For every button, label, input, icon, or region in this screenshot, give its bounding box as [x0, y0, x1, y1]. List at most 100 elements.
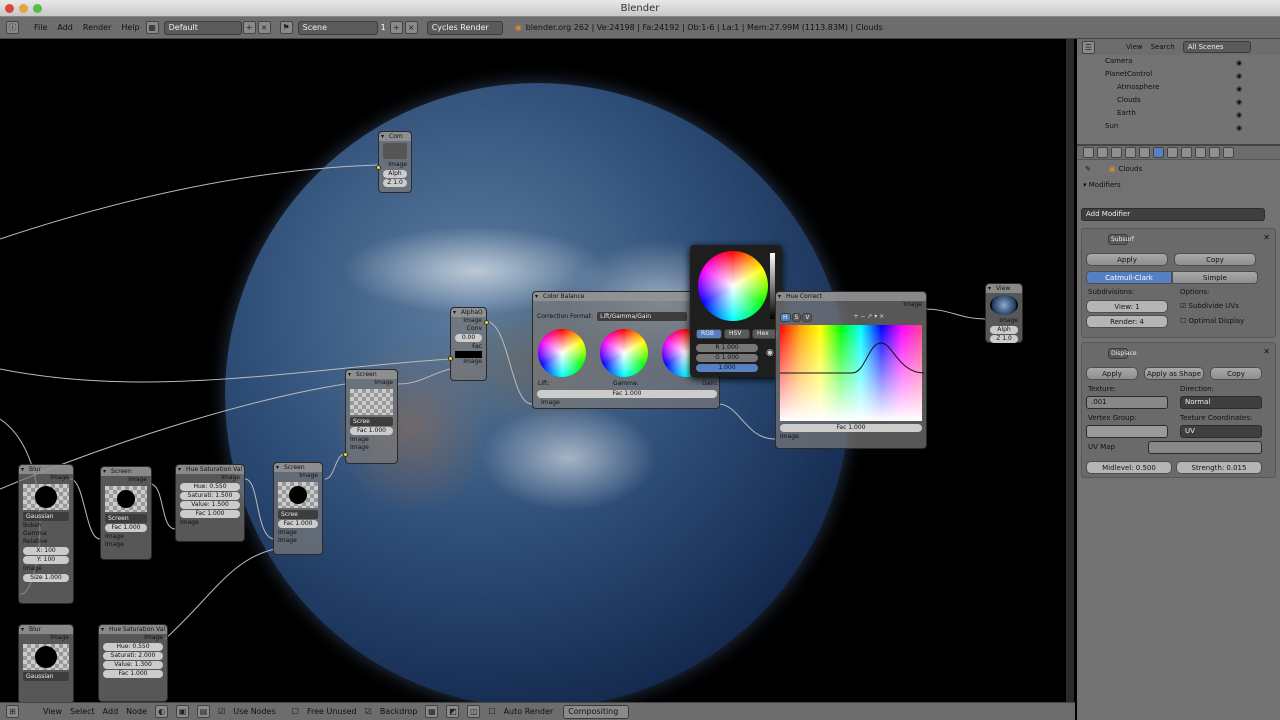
picker-b-field[interactable]: 1.000: [696, 364, 758, 372]
channel-v-tab[interactable]: V: [802, 313, 813, 322]
hue-curve-line[interactable]: [780, 325, 924, 421]
alphaover-socket[interactable]: [448, 356, 453, 361]
screen-node-3-mode[interactable]: Scree: [278, 510, 318, 519]
displace-name-field[interactable]: Displace: [1108, 348, 1137, 359]
subsurf-copy-button[interactable]: Copy: [1174, 253, 1256, 266]
picker-r-field[interactable]: R 1.000: [696, 344, 758, 352]
picker-tab-hsv[interactable]: HSV: [724, 329, 750, 339]
blur-y-field[interactable]: Y: 100: [23, 556, 69, 564]
outliner-item-camera[interactable]: Camera ◉: [1077, 55, 1280, 68]
hue-sat-node-2-fac[interactable]: Fac 1.000: [103, 670, 163, 678]
blur-node-1-filter[interactable]: Gaussian: [23, 512, 69, 521]
hue-sat-node-1[interactable]: Hue Saturation Val Image Hue: 0.550 Satu…: [175, 464, 245, 542]
gamma-color-wheel[interactable]: [600, 329, 648, 377]
particles-tab-icon[interactable]: [1209, 147, 1220, 158]
node-tree-field[interactable]: Compositing: [563, 704, 630, 719]
visibility-eye-icon[interactable]: ◉: [1236, 57, 1244, 67]
hue-sat-node-2-sat[interactable]: Saturati: 2.000: [103, 652, 163, 660]
subsurf-name-field[interactable]: Subsurf: [1108, 234, 1134, 245]
menu-node[interactable]: Node: [126, 707, 147, 716]
alphaover-color-swatch[interactable]: [455, 351, 482, 358]
visibility-eye-icon[interactable]: ◉: [1236, 109, 1244, 119]
composite-z-field[interactable]: Z 1.0: [383, 179, 407, 187]
outliner-type-icon[interactable]: ☰: [1082, 40, 1095, 54]
outliner-item-sun[interactable]: Sun ◉: [1077, 120, 1280, 133]
menu-add[interactable]: Add: [57, 23, 73, 32]
menu-render[interactable]: Render: [83, 23, 111, 32]
screen-node-3-fac[interactable]: Fac 1.000: [278, 520, 318, 528]
blur-node-2-filter[interactable]: Gaussian: [23, 672, 69, 681]
alphaover-premul-field[interactable]: 0.00: [455, 334, 482, 342]
viewer-z[interactable]: Z 1.0: [990, 335, 1018, 343]
close-window-icon[interactable]: [5, 4, 14, 13]
texture-coords-dropdown[interactable]: UV: [1180, 425, 1262, 438]
hue-sat-node-1-sat[interactable]: Saturati: 1.500: [180, 492, 240, 500]
node-editor[interactable]: Com Image Alph Z 1.0 AlphaO Image Conv 0…: [0, 39, 1063, 702]
visibility-eye-icon[interactable]: ◉: [1236, 96, 1244, 106]
menu-file[interactable]: File: [34, 23, 47, 32]
texture-tab-icon[interactable]: [1195, 147, 1206, 158]
subdivide-uvs-checkbox[interactable]: ☑ Subdivide UVs: [1180, 302, 1239, 310]
channel-rgb-icon[interactable]: ▦: [425, 705, 439, 718]
menu-select[interactable]: Select: [70, 707, 95, 716]
subsurf-render-levels[interactable]: Render: 4: [1086, 315, 1168, 328]
scene-field[interactable]: Scene: [297, 20, 378, 35]
composite-image-socket[interactable]: [376, 165, 381, 170]
constraints-tab-icon[interactable]: [1139, 147, 1150, 158]
hue-sat-node-2-val[interactable]: Value: 1.300: [103, 661, 163, 669]
simple-toggle[interactable]: Simple: [1172, 271, 1258, 284]
pin-icon[interactable]: ✎: [1085, 165, 1091, 173]
outliner-item-clouds[interactable]: Clouds ◉: [1077, 94, 1280, 107]
node-editor-type-icon[interactable]: ⊞: [6, 705, 19, 718]
blur-x-field[interactable]: X: 100: [23, 547, 69, 555]
modifiers-section-header[interactable]: ▾ Modifiers: [1077, 178, 1280, 192]
visibility-eye-icon[interactable]: ◉: [1236, 122, 1244, 132]
scene-icon[interactable]: ⚑: [279, 21, 293, 34]
node-editor-scrollbar[interactable]: [1066, 39, 1074, 702]
alphaover-node[interactable]: AlphaO Image Conv 0.00 Fac Image: [448, 307, 489, 381]
outliner-item-atmosphere[interactable]: Atmosphere ◉: [1077, 81, 1280, 94]
blur-bokeh-check[interactable]: Bokeh: [19, 522, 73, 530]
channel-s-tab[interactable]: S: [791, 313, 802, 322]
color-balance-fac[interactable]: Fac 1.000: [537, 390, 717, 398]
render-engine-dropdown[interactable]: Cycles Render: [426, 20, 503, 35]
add-scene-icon[interactable]: +: [389, 21, 403, 34]
midlevel-field[interactable]: Midlevel: 0.500: [1086, 461, 1172, 474]
hue-sat-node-2-hue[interactable]: Hue: 0.550: [103, 643, 163, 651]
uv-map-field[interactable]: [1148, 441, 1262, 454]
compositing-tree-icon[interactable]: ▣: [176, 705, 190, 718]
color-picker-popup[interactable]: RGB HSV Hex R 1.000 G 1.000 1.000 ◉: [690, 245, 782, 377]
curve-tools-icons[interactable]: + − ↗ ▾ ×: [853, 313, 884, 322]
outliner-menu-search[interactable]: Search: [1151, 43, 1175, 51]
screen-layout-field[interactable]: Default: [163, 20, 242, 35]
scene-tab-icon[interactable]: [1097, 147, 1108, 158]
free-unused-checkbox-icon[interactable]: ☐: [292, 707, 299, 716]
minimize-window-icon[interactable]: [19, 4, 28, 13]
channel-z-icon[interactable]: ◫: [467, 705, 481, 718]
hue-sat-node-2[interactable]: Hue Saturation Val Image Hue: 0.550 Satu…: [98, 624, 168, 702]
catmull-clark-toggle[interactable]: Catmull-Clark: [1086, 271, 1172, 284]
physics-tab-icon[interactable]: [1223, 147, 1234, 158]
texture-tree-icon[interactable]: ▤: [197, 705, 211, 718]
backdrop-checkbox-icon[interactable]: ☑: [365, 707, 372, 716]
visibility-eye-icon[interactable]: ◉: [1236, 83, 1244, 93]
hue-curve-graph[interactable]: [780, 325, 924, 421]
visibility-eye-icon[interactable]: ◉: [1236, 70, 1244, 80]
editor-type-icon[interactable]: ⓘ: [6, 21, 19, 34]
direction-dropdown[interactable]: Normal: [1180, 396, 1262, 409]
strength-field[interactable]: Strength: 0.015: [1176, 461, 1262, 474]
subsurf-remove-icon[interactable]: ✕: [1263, 233, 1270, 242]
outliner-menu-view[interactable]: View: [1126, 43, 1143, 51]
blur-node-1[interactable]: Blur Image Gaussian Bokeh Gamma Relative…: [18, 464, 74, 604]
displace-remove-icon[interactable]: ✕: [1263, 347, 1270, 356]
blur-gamma-check[interactable]: Gamma: [19, 530, 73, 538]
screen-node-2-fac[interactable]: Fac 1.000: [105, 524, 147, 532]
render-tab-icon[interactable]: [1083, 147, 1094, 158]
add-modifier-dropdown[interactable]: Add Modifier: [1081, 208, 1265, 221]
screen-node-2-mode[interactable]: Screen: [105, 514, 147, 523]
data-tab-icon[interactable]: [1167, 147, 1178, 158]
vertex-group-field[interactable]: [1086, 425, 1168, 438]
screen-node-2[interactable]: Screen Image Screen Fac 1.000 Image Imag…: [100, 466, 152, 560]
blur-node-2[interactable]: Blur Image Gaussian: [18, 624, 74, 702]
optimal-display-checkbox[interactable]: ☐ Optimal Display: [1180, 317, 1244, 325]
